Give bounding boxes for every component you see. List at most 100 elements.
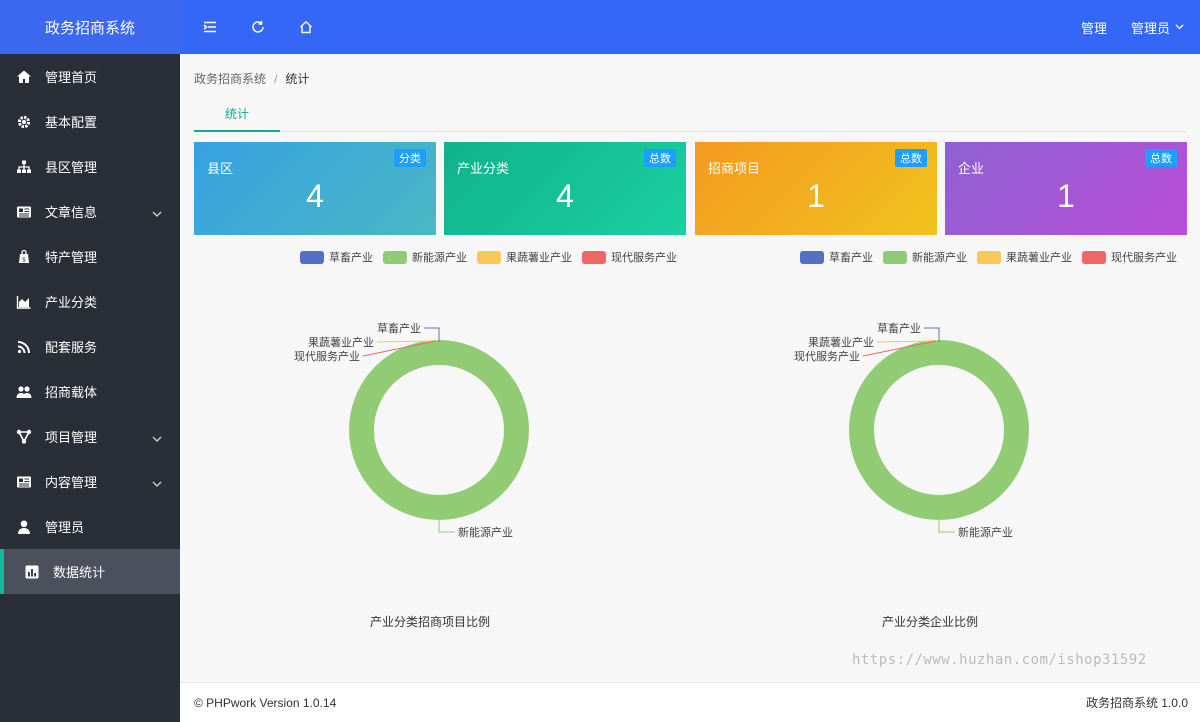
sidebar-item-label: 配套服务 [45,340,98,355]
slice-label: 果蔬薯业产业 [808,335,874,349]
stat-card-badge: 总数 [1145,149,1177,167]
svg-text:$: $ [22,256,26,263]
sidebar: 管理首页基本配置县区管理文章信息 $ 特产管理产业分类配套服务招商载体项目管理内容管… [0,54,180,722]
user-menu[interactable]: 管理员 [1119,18,1200,37]
sidebar-item-label: 招商载体 [45,385,98,400]
home-icon [16,69,32,85]
sidebar-item-label: 文章信息 [45,205,98,220]
menu-toggle-button[interactable] [186,0,234,54]
sidebar-item[interactable]: 数据统计 [0,549,180,594]
sidebar-item[interactable]: 县区管理 [0,144,180,189]
sidebar-item-label: 管理员 [45,520,85,535]
chart-panel-enterprises: 草畜产业新能源产业 果蔬薯业产业 现代服务产业 草畜产业 果蔬薯业产业 现代服务产业新能… [680,249,1180,639]
tab-bar: 统计 [194,100,1186,132]
slice-label: 现代服务产业 [794,349,860,363]
main-content: 政务招商系统 / 统计 统计 县区 分类 4 产业分类 总数 4 招商项目 总数 1 企业 总数 1 草畜… [180,54,1200,722]
sidebar-item-label: 县区管理 [45,160,98,175]
stat-card-title: 产业分类 [457,161,510,176]
app-title: 政务招商系统 [44,19,135,37]
stat-card-title: 企业 [958,161,985,176]
chart-title: 产业分类招商项目比例 [369,615,490,629]
pie-slice[interactable] [849,340,1029,520]
tab-statistics[interactable]: 统计 [194,100,280,132]
users-icon [16,384,32,400]
sidebar-item-label: 管理首页 [45,70,98,85]
user-label: 管理员 [1130,20,1170,36]
chevron-down-icon [1175,24,1184,30]
sidebar-item[interactable]: $ 特产管理 [0,234,180,279]
breadcrumb-root[interactable]: 政务招商系统 [194,72,266,86]
refresh-icon [252,21,264,33]
donut-chart: 草畜产业果蔬薯业产业现代服务产业新能源产业 [794,321,1029,539]
pie-slice[interactable] [349,340,529,520]
sidebar-item[interactable]: 管理员 [0,504,180,549]
home-icon [300,20,312,34]
bar-chart-icon [24,564,40,580]
label-leader-line [924,327,940,342]
stat-card[interactable]: 招商项目 总数 1 [695,142,937,235]
chevron-down-icon [152,431,162,446]
label-leader-line [938,518,955,533]
watermark: https://www.huzhan.com/ishop31592 [852,652,1147,668]
chevron-down-icon [152,476,162,491]
sidebar-item-label: 内容管理 [45,475,98,490]
slice-label: 现代服务产业 [294,349,360,363]
menu-toggle-icon [203,21,216,33]
footer-version: © PHPwork Version 1.0.14 [194,695,337,710]
sidebar-item-label: 数据统计 [53,565,106,580]
gear-icon [16,114,32,130]
stat-card-value: 1 [807,178,825,214]
sidebar-item[interactable]: 基本配置 [0,99,180,144]
app-logo[interactable]: 政务招商系统 [0,0,180,54]
stat-card-badge: 分类 [394,149,426,167]
user-icon [16,519,32,535]
sidebar-item[interactable]: 招商载体 [0,369,180,414]
sidebar-item[interactable]: 内容管理 [0,459,180,504]
rss-icon [16,339,32,355]
chevron-down-icon [152,206,162,221]
footer: © PHPwork Version 1.0.14 政务招商系统 1.0.0 [180,682,1200,722]
label-leader-line [438,518,455,533]
top-toolbar [186,0,330,54]
network-icon [16,429,32,445]
slice-label: 草畜产业 [877,321,921,335]
home-button[interactable] [282,0,330,54]
breadcrumb-current: 统计 [285,72,310,86]
footer-app-version: 政务招商系统 1.0.0 [1085,696,1188,710]
donut-chart: 草畜产业果蔬薯业产业现代服务产业新能源产业 [294,321,529,539]
breadcrumb: 政务招商系统 / 统计 [194,70,309,87]
top-right-menu: 管理 管理员 [1069,18,1200,37]
slice-label: 新能源产业 [958,525,1013,539]
sidebar-item-label: 特产管理 [45,250,98,265]
sidebar-item[interactable]: 文章信息 [0,189,180,234]
sidebar-item-label: 基本配置 [45,115,98,130]
sidebar-item[interactable]: 项目管理 [0,414,180,459]
sidebar-item-label: 项目管理 [45,430,98,445]
top-bar: 政务招商系统 管理 管理员 [0,0,1200,54]
sidebar-item-label: 产业分类 [45,295,98,310]
manage-link[interactable]: 管理 [1069,18,1119,37]
slice-label: 新能源产业 [458,525,513,539]
area-chart-icon [16,294,32,310]
manage-label: 管理 [1080,20,1107,36]
stat-card-title: 县区 [207,161,234,176]
label-leader-line [424,327,440,342]
stat-card-title: 招商项目 [708,161,761,176]
shopping-bag-icon: $ [16,249,32,265]
sitemap-icon [16,159,32,175]
chart-panel-projects: 草畜产业新能源产业 果蔬薯业产业 现代服务产业 草畜产业 果蔬薯业产业 现代服务产业新能… [180,249,680,639]
refresh-button[interactable] [234,0,282,54]
stat-card[interactable]: 县区 分类 4 [194,142,436,235]
stat-card[interactable]: 企业 总数 1 [945,142,1187,235]
stat-card-value: 4 [306,178,324,214]
sidebar-item[interactable]: 配套服务 [0,324,180,369]
newspaper-icon [16,474,32,490]
stat-card-value: 4 [556,178,574,214]
stat-card[interactable]: 产业分类 总数 4 [444,142,686,235]
slice-label: 草畜产业 [377,321,421,335]
breadcrumb-separator: / [274,72,278,86]
sidebar-item[interactable]: 管理首页 [0,54,180,99]
stat-card-badge: 总数 [895,149,927,167]
sidebar-item[interactable]: 产业分类 [0,279,180,324]
slice-label: 果蔬薯业产业 [308,335,374,349]
